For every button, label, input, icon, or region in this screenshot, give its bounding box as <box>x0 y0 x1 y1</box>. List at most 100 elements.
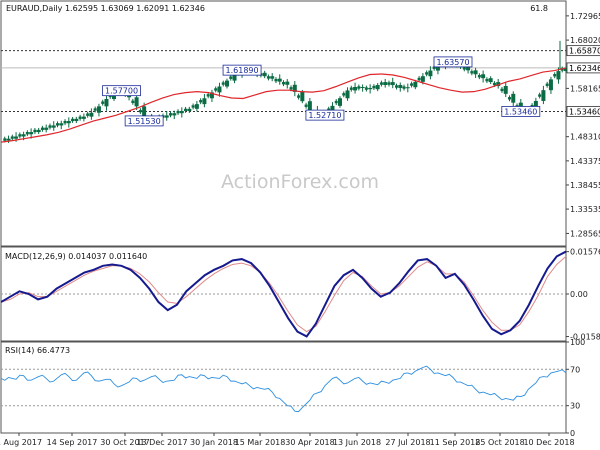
candle-body <box>395 85 398 88</box>
candle-body <box>199 100 203 103</box>
candle-body <box>553 74 557 77</box>
candle-body <box>297 95 301 98</box>
price-panel-title: EURAUD,Daily 1.62595 1.63069 1.62091 1.6… <box>6 4 205 13</box>
xtick-label: 1 Aug 2017 <box>0 438 42 447</box>
candle-body <box>184 108 188 112</box>
candle-body <box>229 76 233 79</box>
candle-body <box>3 138 7 141</box>
candle-body <box>349 87 353 90</box>
annotation-label: 1.53460 <box>504 107 537 116</box>
forex-chart: ActionForex.com 1.577001.515301.618901.5… <box>0 0 600 447</box>
candle-body <box>282 82 285 85</box>
price-ytick-label: 1.33535 <box>570 205 600 214</box>
candle-body <box>270 76 275 79</box>
candle-body <box>488 78 493 83</box>
candle-body <box>194 104 199 109</box>
axis-layer: 1.72965 1.68020 1.58165 1.48310 1.43375 1.384… <box>0 12 600 447</box>
candle-body <box>304 104 308 107</box>
candle-body <box>338 98 342 106</box>
candle-body <box>334 100 338 104</box>
moving-average-line <box>0 67 567 143</box>
candle-body <box>66 121 71 124</box>
candle-body <box>104 99 109 107</box>
candle-body <box>18 134 22 137</box>
candle-body <box>538 94 542 97</box>
candle-body <box>390 82 395 86</box>
candle-body <box>225 80 229 87</box>
candle-body <box>413 81 418 88</box>
candle-body <box>36 129 41 133</box>
candles <box>3 58 568 143</box>
candle-body <box>477 75 481 78</box>
xtick-label: 15 Mar 2018 <box>235 438 286 447</box>
candle-body <box>289 87 293 90</box>
candle-body <box>40 127 44 130</box>
candle-body <box>556 71 561 80</box>
candle-body <box>473 70 478 75</box>
candle-body <box>172 113 177 116</box>
candle-body <box>285 81 290 85</box>
candle-body <box>379 82 383 85</box>
xtick-label: 13 Jun 2018 <box>333 438 381 447</box>
candle-body <box>342 93 346 96</box>
rsi-panel-title: RSI(14) 66.4773 <box>5 346 70 355</box>
candle-body <box>169 113 172 116</box>
watermark: ActionForex.com <box>221 171 379 193</box>
candle-body <box>96 106 101 113</box>
candle-body <box>360 86 365 88</box>
xtick-label: 30 Jan 2018 <box>190 438 238 447</box>
candle-body <box>93 108 97 111</box>
candle-body <box>142 106 147 116</box>
candle-body <box>405 87 410 89</box>
candle-body <box>262 72 267 77</box>
candle-body <box>428 70 433 77</box>
price-ytick-label: 1.28565 <box>570 229 600 238</box>
candle-body <box>89 112 94 117</box>
xtick-label: 14 Sep 2017 <box>47 438 98 447</box>
candle-body <box>357 86 361 89</box>
candle-body <box>387 82 391 85</box>
macd-panel-title: MACD(12,26,9) 0.014037 0.011640 <box>5 252 147 261</box>
candle-body <box>134 97 139 107</box>
candle-body <box>59 123 64 126</box>
candle-body <box>417 77 421 81</box>
candle-body <box>6 138 11 141</box>
annotation-label: 1.57700 <box>105 87 138 96</box>
macd-ytick-label: 0.00 <box>570 290 588 299</box>
candle-body <box>274 78 278 82</box>
annotation-label: 1.61890 <box>226 66 259 75</box>
candle-body <box>71 118 75 122</box>
xtick-label: 25 Oct 2018 <box>475 438 524 447</box>
macd-ytick-label: 0.015762 <box>570 248 600 257</box>
candle-body <box>375 85 380 90</box>
candle-body <box>345 90 350 99</box>
candle-body <box>138 109 142 113</box>
candle-body <box>541 90 546 101</box>
candle-body <box>425 72 429 75</box>
price-ytick-label: 1.72965 <box>570 12 600 21</box>
candle-body <box>179 111 184 114</box>
candle-body <box>470 71 474 74</box>
xtick-label: 30 Apr 2018 <box>285 438 334 447</box>
candle-body <box>492 82 496 86</box>
xtick-label: 13 Dec 2017 <box>136 438 187 447</box>
candle-body <box>63 120 67 124</box>
candle-body <box>33 129 37 133</box>
candle-body <box>86 113 90 116</box>
candle-body <box>206 94 210 97</box>
candle-body <box>131 100 135 103</box>
xtick-label: 10 Dec 2018 <box>523 438 574 447</box>
candle-body <box>548 79 553 91</box>
price-ytick-label: 1.68020 <box>570 36 600 45</box>
candle-body <box>420 76 425 82</box>
candle-body <box>214 88 218 91</box>
xtick-label: 11 Sep 2018 <box>430 438 481 447</box>
candle-body <box>511 93 516 103</box>
candle-body <box>307 101 312 111</box>
price-tag-label: 1.62346 <box>569 64 600 73</box>
candle-body <box>10 136 14 139</box>
candle-body <box>187 108 192 112</box>
candle-body <box>44 127 49 130</box>
price-ytick-label: 1.43375 <box>570 157 600 166</box>
candle-body <box>364 87 368 90</box>
